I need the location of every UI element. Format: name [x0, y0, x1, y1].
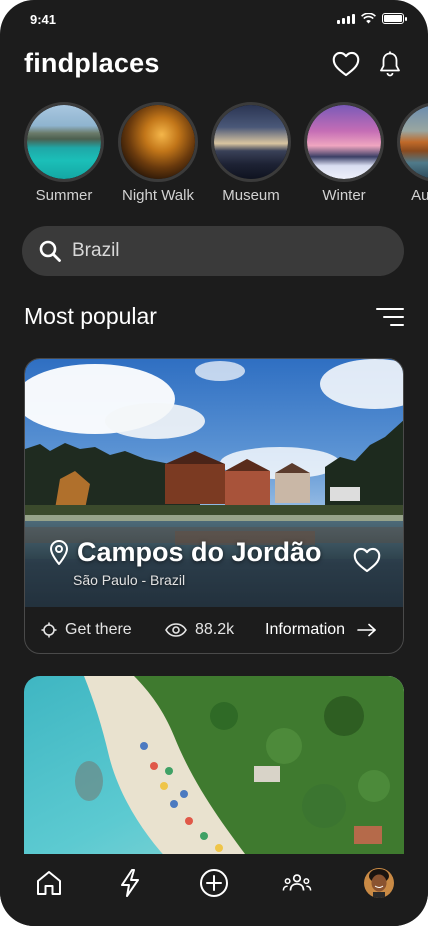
- beach-aerial-image: [24, 676, 404, 866]
- place-title-row: Campos do Jordão: [49, 537, 322, 568]
- tab-home[interactable]: [34, 868, 64, 898]
- story-label: Night Walk: [122, 187, 194, 204]
- bottom-tab-bar: [0, 854, 428, 926]
- eye-icon: [165, 623, 187, 637]
- notifications-button[interactable]: [376, 50, 404, 78]
- tab-add[interactable]: [199, 868, 229, 898]
- profile-photo-icon: [364, 868, 394, 898]
- search-icon: [39, 240, 61, 262]
- heart-icon: [353, 547, 381, 573]
- place-card[interactable]: Campos do Jordão São Paulo - Brazil Get …: [24, 358, 404, 654]
- story-label: Winter: [322, 187, 366, 204]
- bell-icon: [380, 51, 400, 77]
- winter-image: [307, 105, 381, 179]
- story-winter[interactable]: Winter: [304, 102, 384, 204]
- get-there-button[interactable]: Get there: [41, 621, 132, 639]
- search-input[interactable]: [72, 240, 352, 262]
- tab-community[interactable]: [282, 868, 312, 898]
- wifi-icon: [361, 13, 376, 24]
- location-pin-icon: [50, 539, 68, 565]
- filter-button[interactable]: [376, 306, 404, 328]
- night-walk-image: [121, 105, 195, 179]
- home-icon: [37, 871, 61, 895]
- arrow-right-icon: [357, 623, 376, 637]
- story-thumbnail: [397, 102, 428, 182]
- tab-flash[interactable]: [115, 868, 145, 898]
- information-button[interactable]: Information: [265, 621, 377, 639]
- place-subtitle: São Paulo - Brazil: [73, 572, 186, 588]
- views-count: 88.2k: [165, 621, 234, 639]
- story-label: Summer: [35, 187, 93, 204]
- status-icons: [337, 13, 407, 24]
- card-favorite-button[interactable]: [353, 547, 381, 573]
- search-bar[interactable]: [22, 226, 404, 276]
- place-photo: [25, 359, 403, 607]
- information-label: Information: [265, 621, 346, 638]
- lightning-icon: [121, 869, 139, 897]
- autumn-image: [400, 105, 428, 179]
- lake-scenery-image: [25, 359, 403, 607]
- summer-image: [27, 105, 101, 179]
- heart-icon: [332, 51, 360, 77]
- tab-profile[interactable]: [364, 868, 394, 898]
- add-circle-icon: [200, 869, 228, 897]
- museum-image: [214, 105, 288, 179]
- status-time: 9:41: [30, 12, 57, 27]
- category-stories: Summer Night Walk Museum Winter Autumn: [24, 102, 428, 212]
- battery-icon: [382, 13, 407, 24]
- app-screen: 9:41 findplaces Summer Night Walk Museum…: [0, 0, 428, 926]
- story-night-walk[interactable]: Night Walk: [118, 102, 198, 204]
- avatar: [364, 868, 394, 898]
- card-footer: Get there 88.2k Information: [25, 607, 403, 653]
- story-label: Autumn: [411, 187, 428, 204]
- place-card-beach[interactable]: [24, 676, 404, 866]
- place-title: Campos do Jordão: [77, 537, 322, 567]
- filter-icon: [376, 308, 404, 326]
- get-there-label: Get there: [65, 621, 132, 638]
- section-title: Most popular: [24, 303, 157, 329]
- story-autumn[interactable]: Autumn: [397, 102, 428, 204]
- favorites-button[interactable]: [332, 50, 360, 78]
- header: findplaces: [24, 46, 404, 86]
- story-thumbnail: [211, 102, 291, 182]
- story-thumbnail: [24, 102, 104, 182]
- story-museum[interactable]: Museum: [211, 102, 291, 204]
- signal-icon: [337, 13, 355, 24]
- views-value: 88.2k: [195, 621, 235, 638]
- people-icon: [282, 874, 312, 891]
- story-summer[interactable]: Summer: [24, 102, 104, 204]
- story-thumbnail: [118, 102, 198, 182]
- crosshair-icon: [41, 622, 57, 638]
- story-thumbnail: [304, 102, 384, 182]
- story-label: Museum: [222, 187, 280, 204]
- status-bar: 9:41: [0, 0, 428, 40]
